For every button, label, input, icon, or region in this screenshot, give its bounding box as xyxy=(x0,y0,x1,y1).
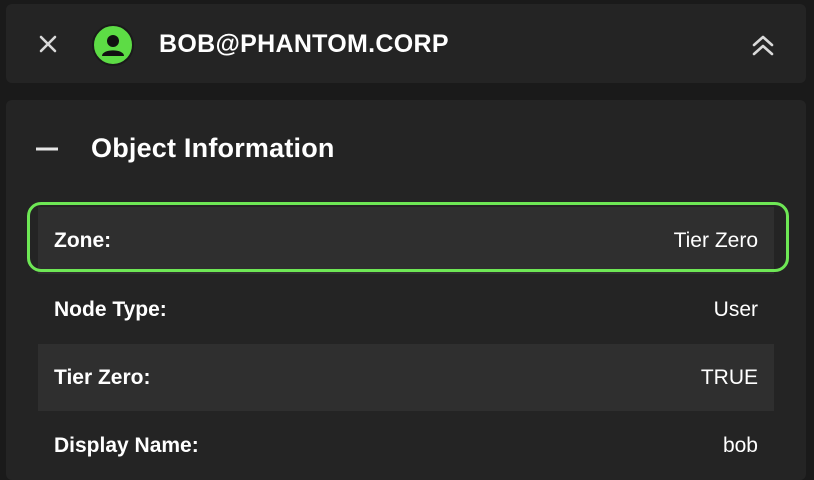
property-value: TRUE xyxy=(700,365,758,389)
entity-header: BOB@PHANTOM.CORP xyxy=(6,4,806,83)
chevrons-up-icon xyxy=(752,35,774,56)
node-name-title: BOB@PHANTOM.CORP xyxy=(159,30,449,58)
section-title: Object Information xyxy=(91,133,335,163)
property-row-tier-zero: Tier Zero: TRUE xyxy=(38,344,774,411)
property-label: Display Name: xyxy=(54,433,199,457)
close-button[interactable] xyxy=(32,28,64,60)
avatar xyxy=(92,24,134,66)
collapse-button[interactable] xyxy=(746,28,780,62)
property-row-node-type: Node Type: User xyxy=(38,276,774,343)
property-label: Tier Zero: xyxy=(54,365,151,389)
property-row-display-name: Display Name: bob xyxy=(38,412,774,479)
property-row-zone: Zone: Tier Zero xyxy=(38,207,774,274)
user-icon xyxy=(102,35,124,56)
minus-icon xyxy=(36,147,58,151)
property-value: bob xyxy=(722,433,758,457)
close-icon xyxy=(39,35,57,53)
property-value: Tier Zero xyxy=(673,228,758,252)
section-collapse-button[interactable] xyxy=(32,134,62,164)
property-value: User xyxy=(713,297,758,321)
object-information-panel: Object Information Zone: Tier Zero Node … xyxy=(6,100,806,480)
property-label: Zone: xyxy=(54,228,112,252)
property-label: Node Type: xyxy=(54,297,167,321)
